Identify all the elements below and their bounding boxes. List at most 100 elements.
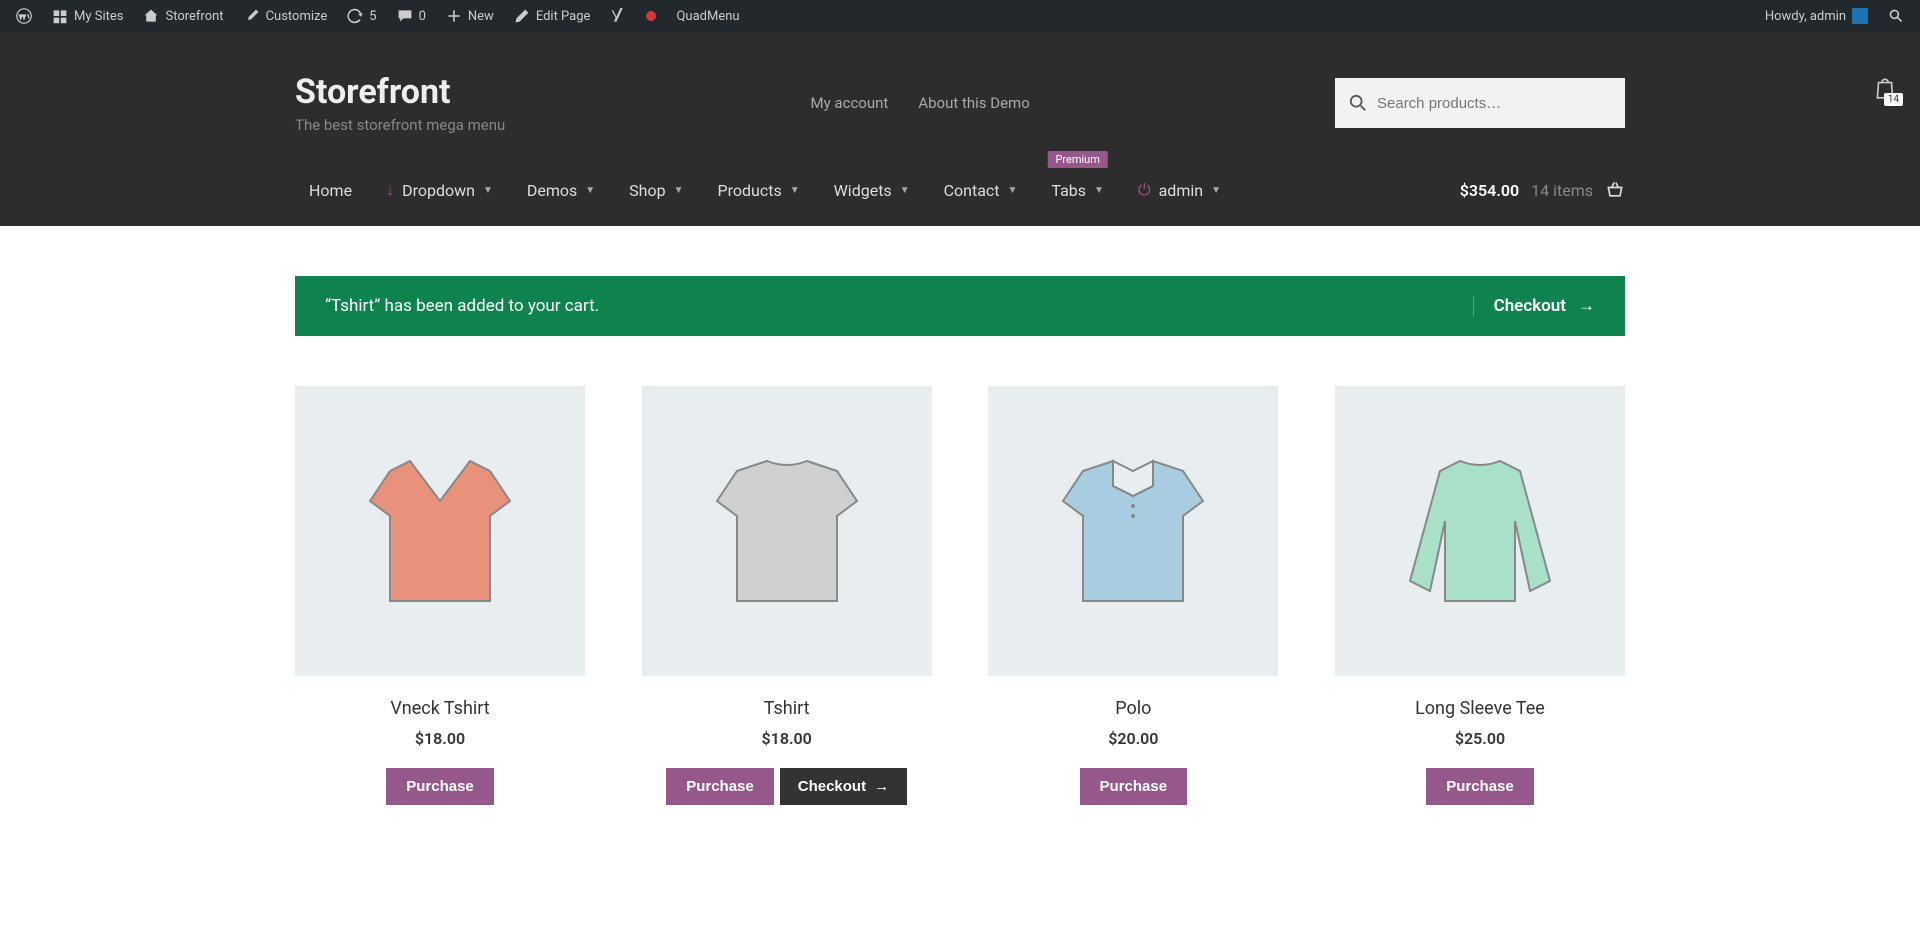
edit-page-label: Edit Page [536, 9, 591, 24]
product-title[interactable]: Vneck Tshirt [295, 698, 585, 719]
nav-demos[interactable]: Demos ▼ [513, 171, 609, 210]
product-actions: Purchase [295, 768, 585, 805]
chevron-down-icon: ▼ [1094, 185, 1104, 196]
customize-link[interactable]: Customize [236, 0, 336, 32]
about-demo-link[interactable]: About this Demo [918, 94, 1029, 112]
notice-checkout-link[interactable]: Checkout → [1473, 296, 1595, 316]
comments-count: 0 [419, 9, 426, 24]
wordpress-icon [16, 8, 32, 24]
my-account-link[interactable]: My account [811, 94, 889, 112]
search-icon [1349, 94, 1367, 112]
product-title[interactable]: Long Sleeve Tee [1335, 698, 1625, 719]
floating-cart[interactable]: 14 [1861, 64, 1909, 112]
checkout-button[interactable]: Checkout → [780, 768, 907, 805]
yoast-link[interactable] [602, 0, 634, 32]
product-image[interactable] [1335, 386, 1625, 676]
sites-icon [52, 8, 68, 24]
product-actions: PurchaseCheckout → [642, 768, 932, 805]
product-card: Polo $20.00 Purchase [988, 386, 1278, 805]
product-price: $18.00 [642, 729, 932, 748]
nav-home[interactable]: Home [295, 171, 366, 210]
howdy-link[interactable]: Howdy, admin [1757, 0, 1876, 32]
my-sites-label: My Sites [74, 9, 123, 24]
refresh-icon [347, 8, 363, 24]
updates-count: 5 [369, 9, 376, 24]
nav-demos-label: Demos [527, 181, 577, 200]
pencil-icon [514, 8, 530, 24]
power-icon: ⏻ [1138, 180, 1151, 200]
quadmenu-link[interactable]: QuadMenu [668, 0, 747, 32]
chevron-down-icon: ▼ [674, 185, 684, 196]
site-branding[interactable]: Storefront The best storefront mega menu [295, 72, 505, 134]
purchase-button[interactable]: Purchase [1426, 768, 1534, 805]
header-cart[interactable]: $354.00 14 items [1460, 180, 1625, 200]
nav-dropdown[interactable]: ↓ Dropdown ▼ [372, 170, 507, 210]
chevron-down-icon: ▼ [585, 185, 595, 196]
new-link[interactable]: New [438, 0, 502, 32]
comments-link[interactable]: 0 [389, 0, 434, 32]
updates-link[interactable]: 5 [339, 0, 384, 32]
product-title[interactable]: Polo [988, 698, 1278, 719]
products-grid: Vneck Tshirt $18.00 Purchase Tshirt $18.… [295, 386, 1625, 805]
nav-admin[interactable]: ⏻ admin ▼ [1124, 170, 1235, 210]
comment-icon [397, 8, 413, 24]
product-price: $25.00 [1335, 729, 1625, 748]
home-icon [143, 8, 159, 24]
notice-message: “Tshirt” has been added to your cart. [325, 296, 599, 316]
purchase-button[interactable]: Purchase [1080, 768, 1188, 805]
search-toggle[interactable] [1880, 0, 1912, 32]
new-label: New [468, 9, 494, 24]
nav-home-label: Home [309, 181, 352, 200]
edit-page-link[interactable]: Edit Page [506, 0, 599, 32]
search-icon [1888, 8, 1904, 24]
arrow-right-icon: → [874, 778, 889, 795]
nav-shop-label: Shop [629, 181, 665, 200]
product-title[interactable]: Tshirt [642, 698, 932, 719]
arrow-right-icon: → [1578, 296, 1595, 316]
product-actions: Purchase [988, 768, 1278, 805]
cart-total: $354.00 [1460, 181, 1519, 200]
product-image[interactable] [295, 386, 585, 676]
howdy-label: Howdy, admin [1765, 9, 1846, 24]
nav-tabs[interactable]: Premium Tabs▼ [1037, 171, 1118, 210]
yoast-icon [610, 8, 626, 24]
plus-icon [446, 8, 462, 24]
nav-dropdown-label: Dropdown [402, 181, 475, 200]
nav-products-label: Products [718, 181, 782, 200]
my-sites-link[interactable]: My Sites [44, 0, 131, 32]
purchase-button[interactable]: Purchase [386, 768, 494, 805]
status-dot[interactable] [638, 0, 664, 32]
search-input[interactable] [1377, 95, 1611, 112]
nav-contact[interactable]: Contact▼ [930, 171, 1032, 210]
purchase-button[interactable]: Purchase [666, 768, 774, 805]
product-image[interactable] [988, 386, 1278, 676]
nav-tabs-label: Tabs [1051, 181, 1086, 200]
chevron-down-icon: ▼ [483, 185, 493, 196]
nav-widgets-label: Widgets [834, 181, 892, 200]
premium-badge: Premium [1047, 151, 1107, 168]
customize-label: Customize [266, 9, 328, 24]
header-links: My account About this Demo [811, 94, 1030, 112]
product-actions: Purchase [1335, 768, 1625, 805]
site-tagline: The best storefront mega menu [295, 116, 505, 134]
product-image[interactable] [642, 386, 932, 676]
chevron-down-icon: ▼ [1211, 185, 1221, 196]
product-search[interactable] [1335, 78, 1625, 128]
chevron-down-icon: ▼ [1008, 185, 1018, 196]
cart-notice: “Tshirt” has been added to your cart. Ch… [295, 276, 1625, 336]
product-card: Vneck Tshirt $18.00 Purchase [295, 386, 585, 805]
product-price: $20.00 [988, 729, 1278, 748]
nav-widgets[interactable]: Widgets ▼ [820, 171, 924, 210]
nav-admin-label: admin [1159, 181, 1203, 200]
basket-icon [1605, 180, 1625, 200]
arrow-down-icon: ↓ [386, 180, 394, 200]
chevron-down-icon: ▼ [900, 185, 910, 196]
site-name-link[interactable]: Storefront [135, 0, 231, 32]
site-name-label: Storefront [165, 9, 223, 24]
nav-shop[interactable]: Shop ▼ [615, 171, 697, 210]
cart-items: 14 items [1531, 181, 1593, 200]
site-title: Storefront [295, 72, 505, 112]
wp-logo[interactable] [8, 0, 40, 32]
avatar-icon [1852, 8, 1868, 24]
nav-products[interactable]: Products▼ [704, 171, 814, 210]
